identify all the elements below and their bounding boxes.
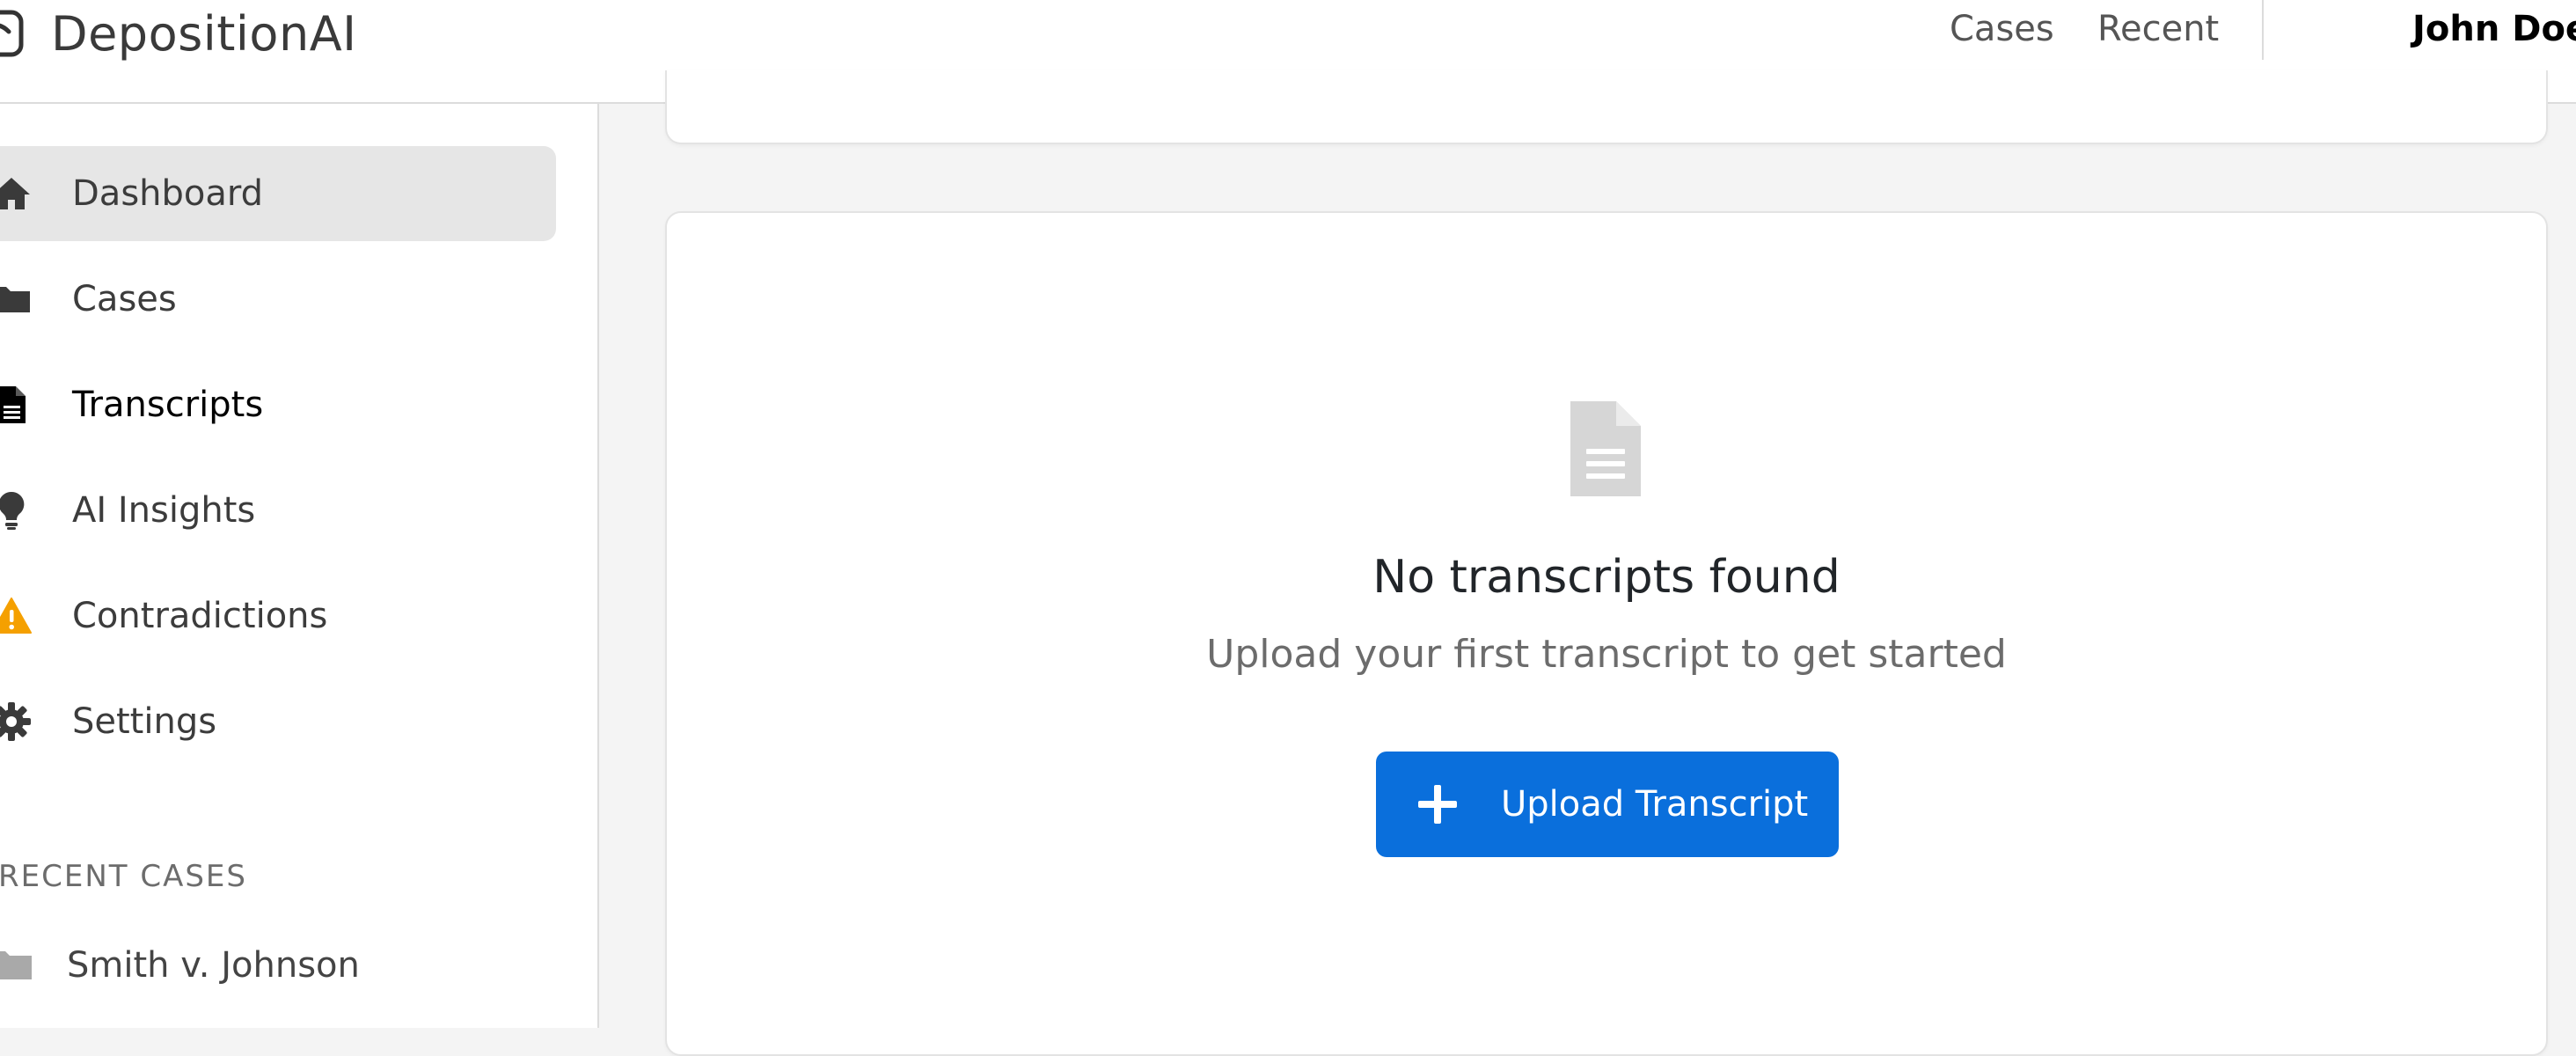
- sidebar-item-contradictions[interactable]: Contradictions: [0, 568, 556, 664]
- plus-icon: [1418, 785, 1457, 824]
- sidebar-item-transcripts[interactable]: Transcripts: [0, 357, 556, 452]
- document-icon: [1570, 401, 1641, 496]
- sidebar-item-label: Transcripts: [72, 385, 264, 425]
- document-icon: [0, 385, 32, 425]
- sidebar-item-label: Contradictions: [72, 596, 328, 636]
- folder-icon: [0, 279, 32, 319]
- upload-transcript-button[interactable]: Upload Transcript: [1376, 752, 1839, 857]
- recent-cases-heading: RECENT CASES: [0, 859, 247, 894]
- recent-case-item[interactable]: Smith v. Johnson: [0, 935, 360, 996]
- warning-icon: [0, 596, 32, 636]
- sidebar: Dashboard Cases Transcripts AI Insights …: [0, 104, 599, 1028]
- header-divider: [2262, 0, 2264, 60]
- folder-icon: [0, 948, 33, 983]
- sidebar-item-label: Settings: [72, 701, 217, 742]
- sidebar-item-label: Dashboard: [72, 173, 264, 214]
- nav-link-cases[interactable]: Cases: [1950, 9, 2054, 49]
- sidebar-item-label: AI Insights: [72, 490, 256, 531]
- logo-icon: [0, 7, 26, 60]
- recent-case-label: Smith v. Johnson: [67, 945, 360, 986]
- sidebar-item-ai-insights[interactable]: AI Insights: [0, 463, 556, 558]
- gear-icon: [0, 701, 32, 742]
- user-menu[interactable]: John Doe: [2412, 9, 2576, 49]
- sidebar-item-cases[interactable]: Cases: [0, 252, 556, 347]
- brand[interactable]: DepositionAI: [0, 0, 357, 67]
- empty-state-subtitle: Upload your first transcript to get star…: [1206, 632, 2007, 677]
- app-name: DepositionAI: [51, 5, 357, 62]
- home-icon: [0, 173, 32, 214]
- sidebar-item-dashboard[interactable]: Dashboard: [0, 146, 556, 241]
- nav-link-recent[interactable]: Recent: [2097, 9, 2219, 49]
- sidebar-item-label: Cases: [72, 279, 177, 319]
- upload-button-label: Upload Transcript: [1501, 784, 1809, 825]
- transcripts-card: No transcripts found Upload your first t…: [665, 211, 2548, 1056]
- empty-state-title: No transcripts found: [1372, 551, 1841, 604]
- sidebar-item-settings[interactable]: Settings: [0, 674, 556, 769]
- summary-card: [665, 70, 2548, 144]
- lightbulb-icon: [0, 490, 32, 531]
